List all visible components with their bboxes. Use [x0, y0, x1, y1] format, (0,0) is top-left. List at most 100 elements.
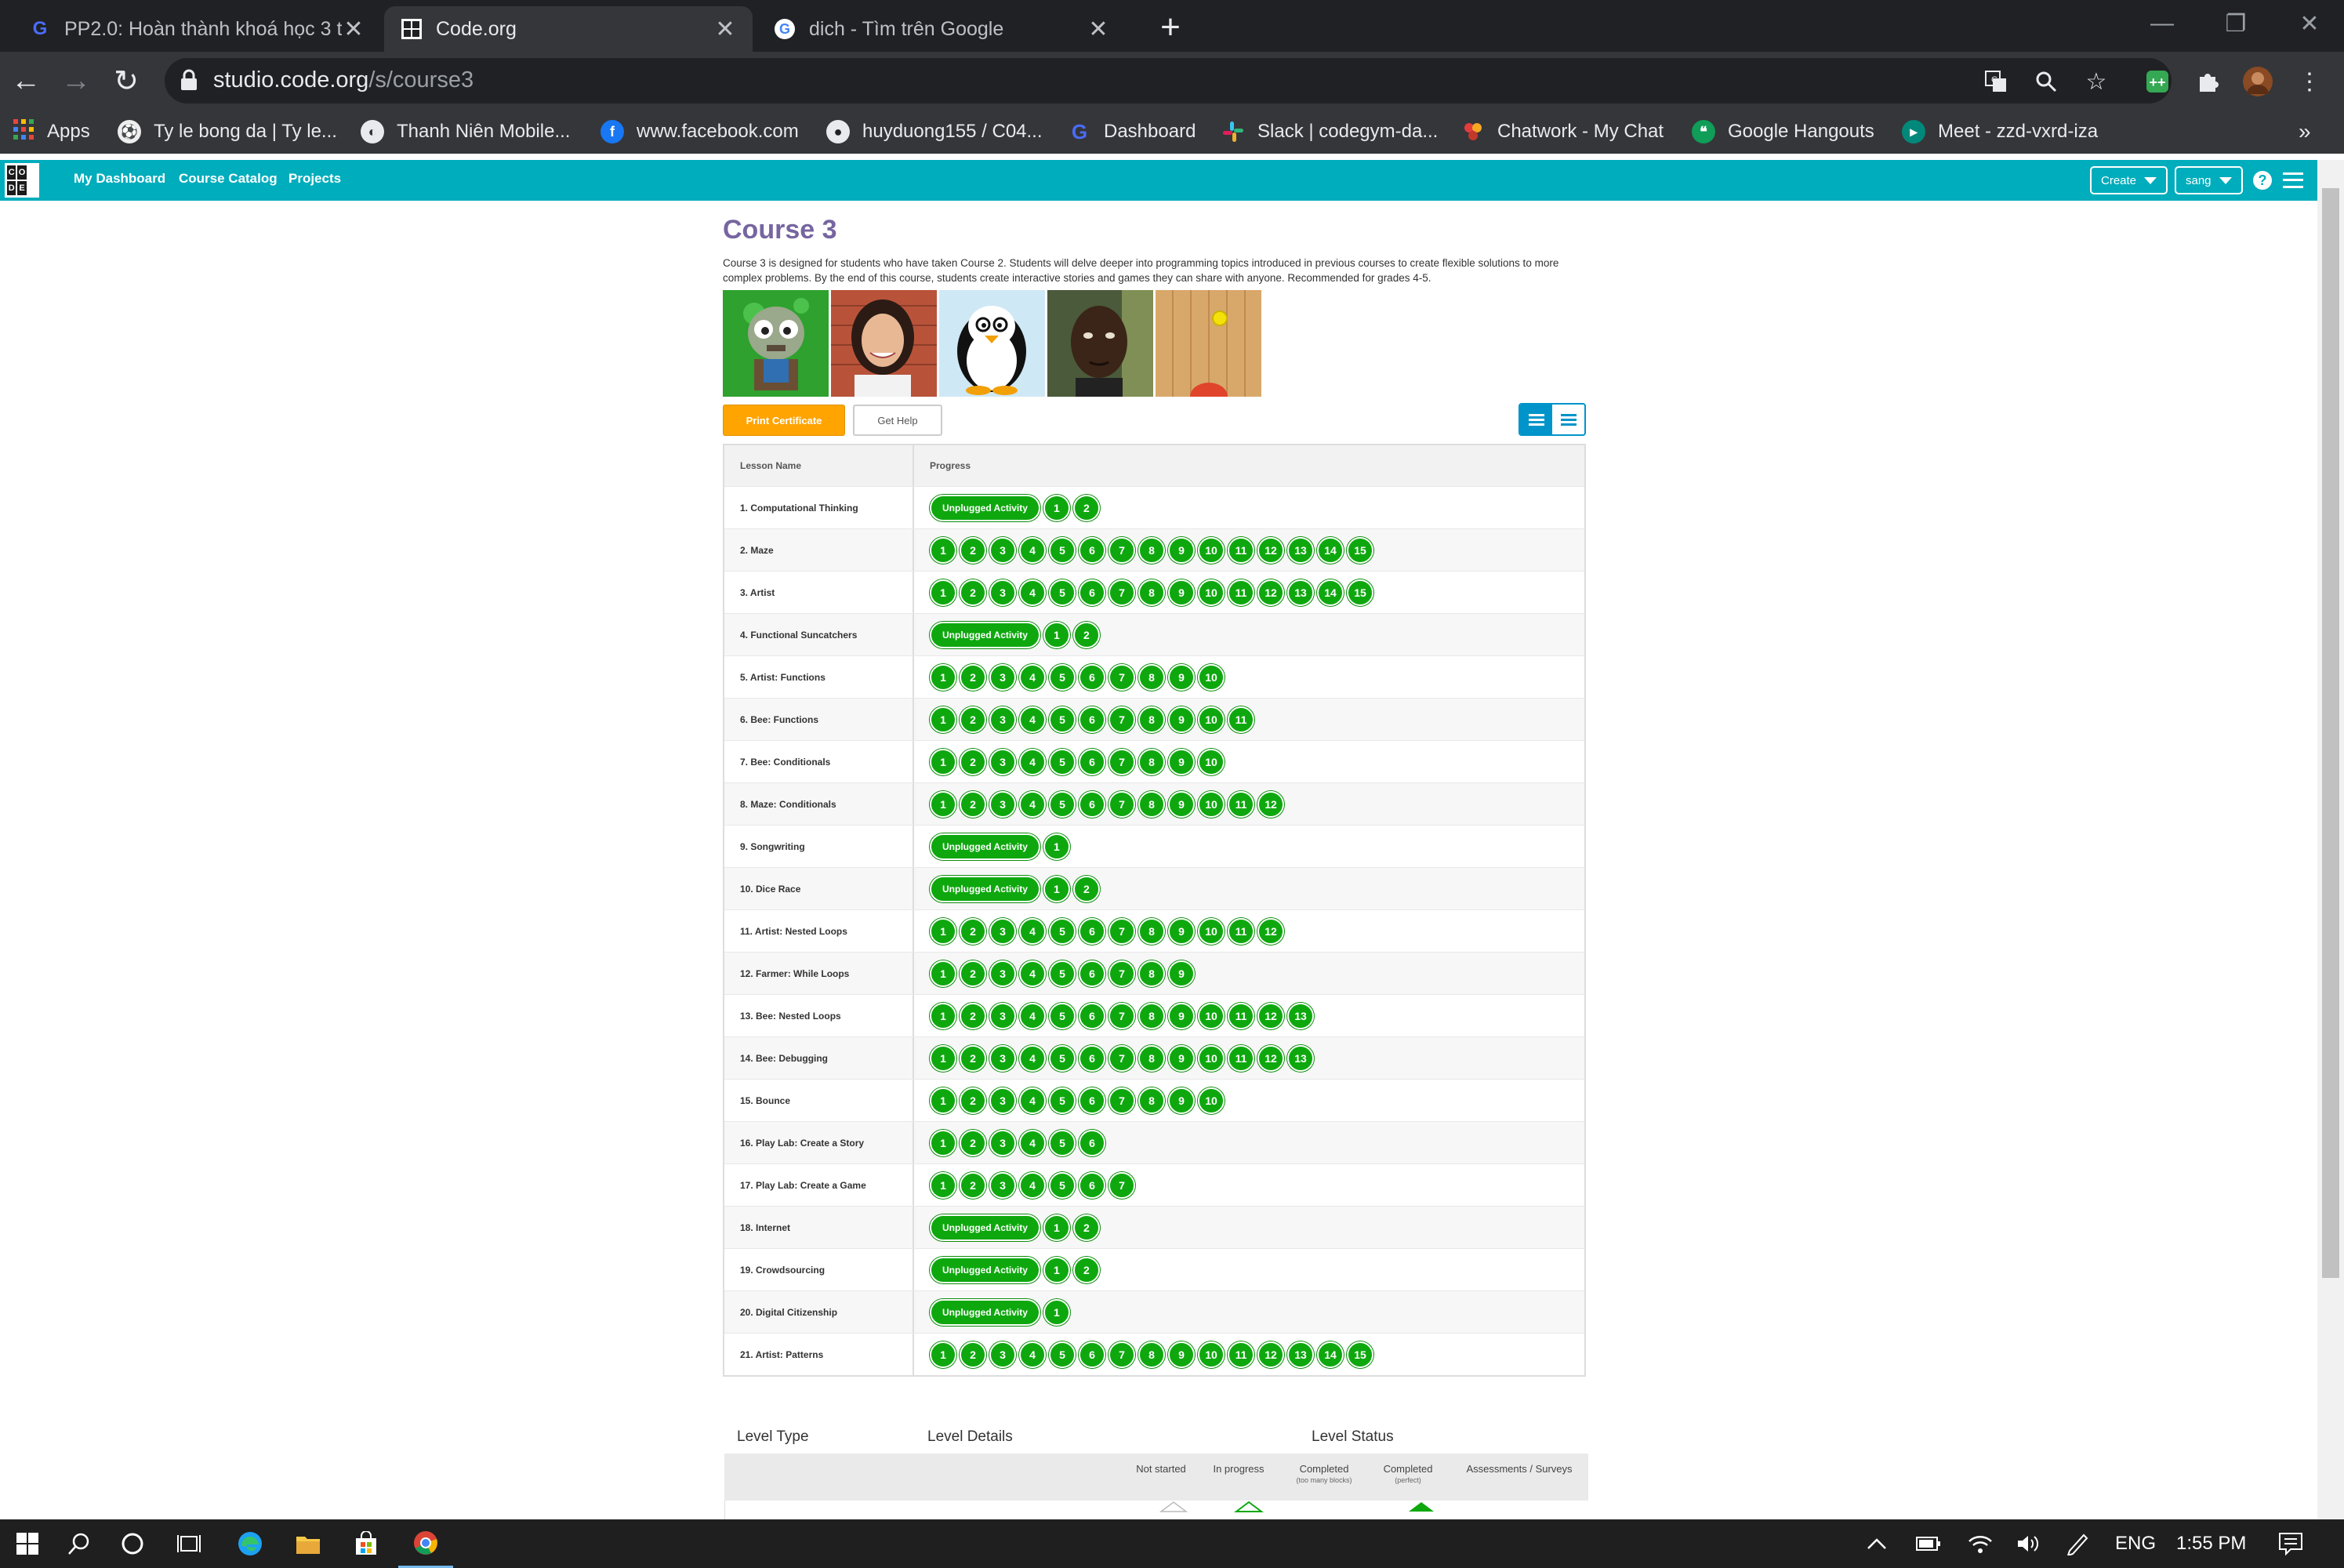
- level-bubble[interactable]: 5: [1049, 1044, 1076, 1072]
- level-bubble[interactable]: 6: [1079, 1129, 1105, 1156]
- level-bubble[interactable]: 2: [1072, 621, 1100, 648]
- level-bubble[interactable]: 6: [1079, 1341, 1105, 1368]
- level-bubble[interactable]: 13: [1287, 536, 1314, 564]
- level-bubble[interactable]: 2: [960, 579, 986, 606]
- level-bubble[interactable]: 6: [1079, 790, 1105, 818]
- tab-pp2[interactable]: G PP2.0: Hoàn thành khoá học 3 trên Code…: [13, 6, 381, 52]
- level-bubble[interactable]: 3: [989, 1044, 1016, 1072]
- level-bubble[interactable]: 10: [1198, 790, 1225, 818]
- search-icon[interactable]: [52, 1519, 107, 1568]
- level-bubble[interactable]: 9: [1168, 663, 1195, 691]
- bookmark-apps[interactable]: Apps: [13, 110, 90, 154]
- level-bubble[interactable]: 4: [1019, 1002, 1046, 1029]
- level-bubble[interactable]: 8: [1138, 917, 1165, 945]
- level-bubble[interactable]: 1: [930, 706, 956, 733]
- level-bubble[interactable]: 12: [1257, 579, 1284, 606]
- lesson-name[interactable]: 8. Maze: Conditionals: [724, 783, 914, 825]
- page-scrollbar[interactable]: [2317, 160, 2344, 1519]
- level-bubble[interactable]: 8: [1138, 1002, 1165, 1029]
- level-bubble[interactable]: 5: [1049, 1129, 1076, 1156]
- level-bubble[interactable]: 8: [1138, 1087, 1165, 1114]
- back-arrow-icon[interactable]: ←: [6, 61, 45, 100]
- level-bubble[interactable]: 1: [930, 1087, 956, 1114]
- level-bubble[interactable]: 9: [1168, 1087, 1195, 1114]
- level-bubble[interactable]: 6: [1079, 1044, 1105, 1072]
- extension-plus-icon[interactable]: ++: [2142, 66, 2173, 97]
- level-bubble[interactable]: 2: [960, 790, 986, 818]
- level-bubble[interactable]: 5: [1049, 1087, 1076, 1114]
- close-tab-icon[interactable]: ✕: [1087, 16, 1110, 43]
- get-help-button[interactable]: Get Help: [853, 405, 942, 436]
- minimize-button[interactable]: —: [2129, 0, 2195, 47]
- level-bubble[interactable]: 10: [1198, 1087, 1225, 1114]
- level-bubble[interactable]: 1: [930, 1341, 956, 1368]
- level-bubble[interactable]: 4: [1019, 917, 1046, 945]
- detail-view-button[interactable]: [1520, 405, 1552, 434]
- lesson-name[interactable]: 18. Internet: [724, 1207, 914, 1248]
- unplugged-activity-bubble[interactable]: Unplugged Activity: [930, 1256, 1040, 1283]
- level-bubble[interactable]: 10: [1198, 1002, 1225, 1029]
- level-bubble[interactable]: 10: [1198, 917, 1225, 945]
- level-bubble[interactable]: 3: [989, 663, 1016, 691]
- level-bubble[interactable]: 6: [1079, 960, 1105, 987]
- bookmark-star-icon[interactable]: ☆: [2081, 66, 2112, 97]
- unplugged-activity-bubble[interactable]: Unplugged Activity: [930, 1298, 1040, 1326]
- volume-icon[interactable]: [2016, 1519, 2041, 1568]
- unplugged-activity-bubble[interactable]: Unplugged Activity: [930, 1214, 1040, 1241]
- lesson-name[interactable]: 14. Bee: Debugging: [724, 1037, 914, 1079]
- level-bubble[interactable]: 1: [930, 536, 956, 564]
- level-bubble[interactable]: 4: [1019, 579, 1046, 606]
- restore-button[interactable]: ❐: [2203, 0, 2269, 47]
- level-bubble[interactable]: 8: [1138, 663, 1165, 691]
- level-bubble[interactable]: 13: [1287, 1044, 1314, 1072]
- address-bar[interactable]: studio.code.org/s/course3: [165, 58, 2172, 103]
- extensions-puzzle-icon[interactable]: [2192, 66, 2223, 97]
- level-bubble[interactable]: 5: [1049, 1341, 1076, 1368]
- tab-google[interactable]: G dich - Tìm trên Google ✕: [757, 6, 1126, 52]
- level-bubble[interactable]: 7: [1109, 1341, 1135, 1368]
- level-bubble[interactable]: 4: [1019, 536, 1046, 564]
- level-bubble[interactable]: 8: [1138, 579, 1165, 606]
- close-window-button[interactable]: ✕: [2277, 0, 2342, 47]
- store-icon[interactable]: [339, 1519, 394, 1568]
- level-bubble[interactable]: 2: [960, 1171, 986, 1199]
- level-bubble[interactable]: 2: [1072, 494, 1100, 521]
- level-bubble[interactable]: 2: [960, 1044, 986, 1072]
- level-bubble[interactable]: 5: [1049, 1171, 1076, 1199]
- level-bubble[interactable]: 3: [989, 1341, 1016, 1368]
- create-dropdown[interactable]: Create: [2090, 166, 2168, 194]
- lesson-name[interactable]: 9. Songwriting: [724, 826, 914, 867]
- close-tab-icon[interactable]: ✕: [713, 16, 737, 43]
- level-bubble[interactable]: 7: [1109, 1044, 1135, 1072]
- translate-icon[interactable]: G: [1980, 66, 2012, 97]
- level-bubble[interactable]: 7: [1109, 1087, 1135, 1114]
- level-bubble[interactable]: 9: [1168, 706, 1195, 733]
- level-bubble[interactable]: 1: [1043, 875, 1070, 902]
- level-bubble[interactable]: 13: [1287, 579, 1314, 606]
- nav-projects[interactable]: Projects: [288, 171, 341, 187]
- edge-browser-icon[interactable]: [223, 1519, 278, 1568]
- cortana-icon[interactable]: [105, 1519, 160, 1568]
- level-bubble[interactable]: 6: [1079, 1002, 1105, 1029]
- nav-course-catalog[interactable]: Course Catalog: [179, 171, 278, 187]
- lesson-name[interactable]: 3. Artist: [724, 572, 914, 613]
- level-bubble[interactable]: 15: [1347, 579, 1373, 606]
- lesson-name[interactable]: 12. Farmer: While Loops: [724, 953, 914, 994]
- bookmark-meet[interactable]: ▸ Meet - zzd-vxrd-iza: [1902, 110, 2098, 154]
- level-bubble[interactable]: 15: [1347, 1341, 1373, 1368]
- level-bubble[interactable]: 4: [1019, 663, 1046, 691]
- level-bubble[interactable]: 7: [1109, 790, 1135, 818]
- lesson-name[interactable]: 20. Digital Citizenship: [724, 1291, 914, 1333]
- level-bubble[interactable]: 6: [1079, 536, 1105, 564]
- level-bubble[interactable]: 1: [930, 790, 956, 818]
- level-bubble[interactable]: 6: [1079, 1171, 1105, 1199]
- level-bubble[interactable]: 1: [930, 663, 956, 691]
- new-tab-button[interactable]: +: [1151, 8, 1190, 47]
- level-bubble[interactable]: 1: [930, 960, 956, 987]
- level-bubble[interactable]: 2: [1072, 1256, 1100, 1283]
- level-bubble[interactable]: 7: [1109, 960, 1135, 987]
- level-bubble[interactable]: 10: [1198, 706, 1225, 733]
- level-bubble[interactable]: 11: [1228, 536, 1254, 564]
- level-bubble[interactable]: 9: [1168, 748, 1195, 775]
- level-bubble[interactable]: 1: [1043, 621, 1070, 648]
